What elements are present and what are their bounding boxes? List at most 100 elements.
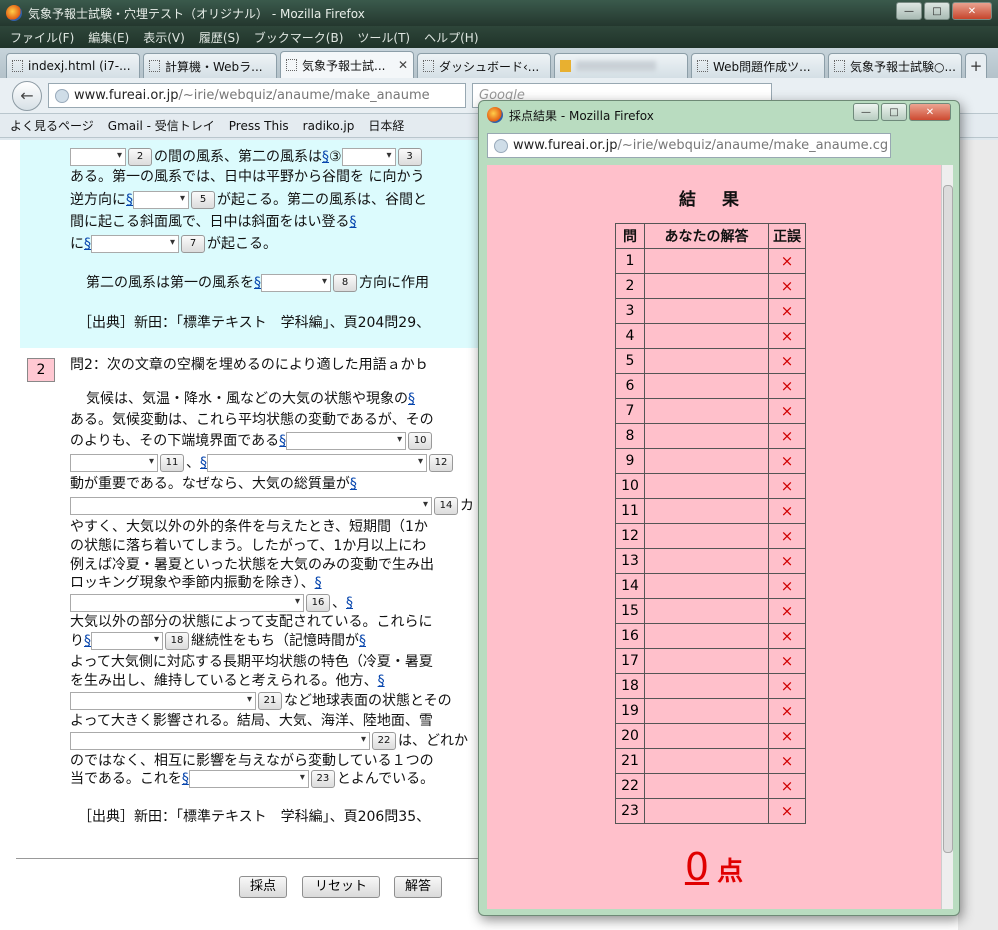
url-bar[interactable]: www.fureai.or.jp/~irie/webquiz/anaume/ma… [48,83,466,108]
new-tab-button[interactable]: + [965,53,987,78]
close-button[interactable]: ✕ [952,2,992,20]
blank-select[interactable] [70,148,126,166]
your-answer-cell [644,248,769,274]
menu-file[interactable]: ファイル(F) [10,29,74,46]
hint-link[interactable]: § [322,149,329,165]
your-answer-cell [644,473,769,499]
menu-bookmarks[interactable]: ブックマーク(B) [254,29,344,46]
hint-link[interactable]: § [254,275,261,291]
wrong-mark: × [768,598,806,624]
tab-calculator[interactable]: 計算機・Webラ... [143,53,277,78]
popup-close-button[interactable]: ✕ [909,103,951,121]
score-unit: 点 [717,857,744,887]
hint-link[interactable]: § [315,575,322,591]
bookmark-most-visited[interactable]: よく見るページ [10,117,94,134]
menu-edit[interactable]: 編集(E) [88,29,129,46]
maximize-button[interactable]: □ [924,2,950,20]
menu-help[interactable]: ヘルプ(H) [424,29,478,46]
hint-link[interactable]: § [349,214,356,230]
site-icon [560,60,571,72]
blank-select[interactable] [261,274,331,292]
bookmark-gmail[interactable]: Gmail - 受信トレイ [108,117,215,134]
q2-line: 気候は、気温・降水・風などの大気の状態や現象の§ [86,391,415,407]
blank-select[interactable] [70,497,432,515]
blank-select[interactable] [133,191,189,209]
your-answer-cell [644,648,769,674]
q2-line: 16、§ [70,592,353,612]
menu-tools[interactable]: ツール(T) [357,29,410,46]
tab-dashboard[interactable]: ダッシュボード‹... [417,53,551,78]
menu-history[interactable]: 履歴(S) [199,29,240,46]
bookmark-press-this[interactable]: Press This [229,119,289,133]
blank-select[interactable] [91,632,163,650]
back-button[interactable]: ← [12,80,42,111]
blank-select[interactable] [70,454,158,472]
your-answer-cell [644,798,769,824]
question-number: 9 [615,448,645,474]
your-answer-cell [644,498,769,524]
minimize-button[interactable]: — [896,2,922,20]
wrong-mark: × [768,423,806,449]
blank-select[interactable] [70,594,304,612]
question-number-badge: 2 [27,358,55,382]
blank-select[interactable] [70,692,256,710]
hint-link[interactable]: § [359,633,366,649]
q2-line: 例えば冷夏・暑夏といった状態を大気のみの変動で生み出 [70,557,434,573]
blank-number: 12 [429,454,453,472]
page-icon [423,60,434,72]
main-scrollbar[interactable] [958,140,998,930]
hint-link[interactable]: § [408,391,415,407]
grade-button[interactable]: 採点 [239,876,287,898]
wrong-mark: × [768,398,806,424]
hint-link[interactable]: § [84,633,91,649]
blank-number: 22 [372,732,396,750]
hint-link[interactable]: § [182,771,189,787]
table-row: 16 × [615,623,806,649]
tab-blurred[interactable] [554,53,688,78]
result-heading: 結 果 [679,190,749,210]
hint-link[interactable]: § [279,433,286,449]
reset-button[interactable]: リセット [302,876,380,898]
wrong-mark: × [768,798,806,824]
bookmark-radiko[interactable]: radiko.jp [303,119,355,133]
blank-select[interactable] [188,770,309,788]
tab-weather-test[interactable]: 気象予報士試... ✕ [280,51,414,78]
tab-close-icon[interactable]: ✕ [398,58,408,72]
blank-select[interactable] [286,432,407,450]
popup-url-bar[interactable]: www.fureai.or.jp/~irie/webquiz/anaume/ma… [487,133,891,158]
menu-view[interactable]: 表示(V) [143,29,185,46]
your-answer-cell [644,548,769,574]
wrong-mark: × [768,448,806,474]
hint-link[interactable]: § [350,476,357,492]
tab-indexj[interactable]: indexj.html (i7-... [6,53,140,78]
q2-line: 21など地球表面の状態とその [70,690,452,710]
q2-line: やすく、大気以外の外的条件を与えたとき、短期間（1か [70,519,428,535]
hint-link[interactable]: § [346,595,353,611]
question-number: 10 [615,473,645,499]
q1-source: ［出典］新田：「標準テキスト 学科編」、頁204問29、 [78,315,431,331]
blank-select[interactable] [70,732,370,750]
blank-select[interactable] [341,148,396,166]
result-header-row: 問 あなたの解答 正誤 [615,223,806,249]
hint-link[interactable]: § [84,236,91,252]
table-row: 6 × [615,373,806,399]
question-number: 2 [615,273,645,299]
popup-maximize-button[interactable]: □ [881,103,907,121]
q1-line: に§7が起こる。 [70,233,277,253]
question-number: 17 [615,648,645,674]
score-display: 0点 [487,845,941,889]
bookmark-nikkei[interactable]: 日本経 [368,117,404,134]
tab-web-quiz-tool[interactable]: Web問題作成ツ... [691,53,825,78]
blank-select[interactable] [207,454,427,472]
tab-weather-exam[interactable]: 気象予報士試験○... [828,53,962,78]
hint-link[interactable]: § [378,673,385,689]
popup-scrollbar[interactable] [941,165,953,909]
blank-number: 8 [333,274,357,292]
hint-link[interactable]: § [200,455,207,471]
popup-scroll-thumb[interactable] [943,185,953,853]
hint-link[interactable]: § [126,192,133,208]
q1-line: 間に起こる斜面風で、日中は斜面をはい登る§ [70,214,357,230]
blank-select[interactable] [91,235,179,253]
answer-button[interactable]: 解答 [394,876,442,898]
popup-minimize-button[interactable]: — [853,103,879,121]
